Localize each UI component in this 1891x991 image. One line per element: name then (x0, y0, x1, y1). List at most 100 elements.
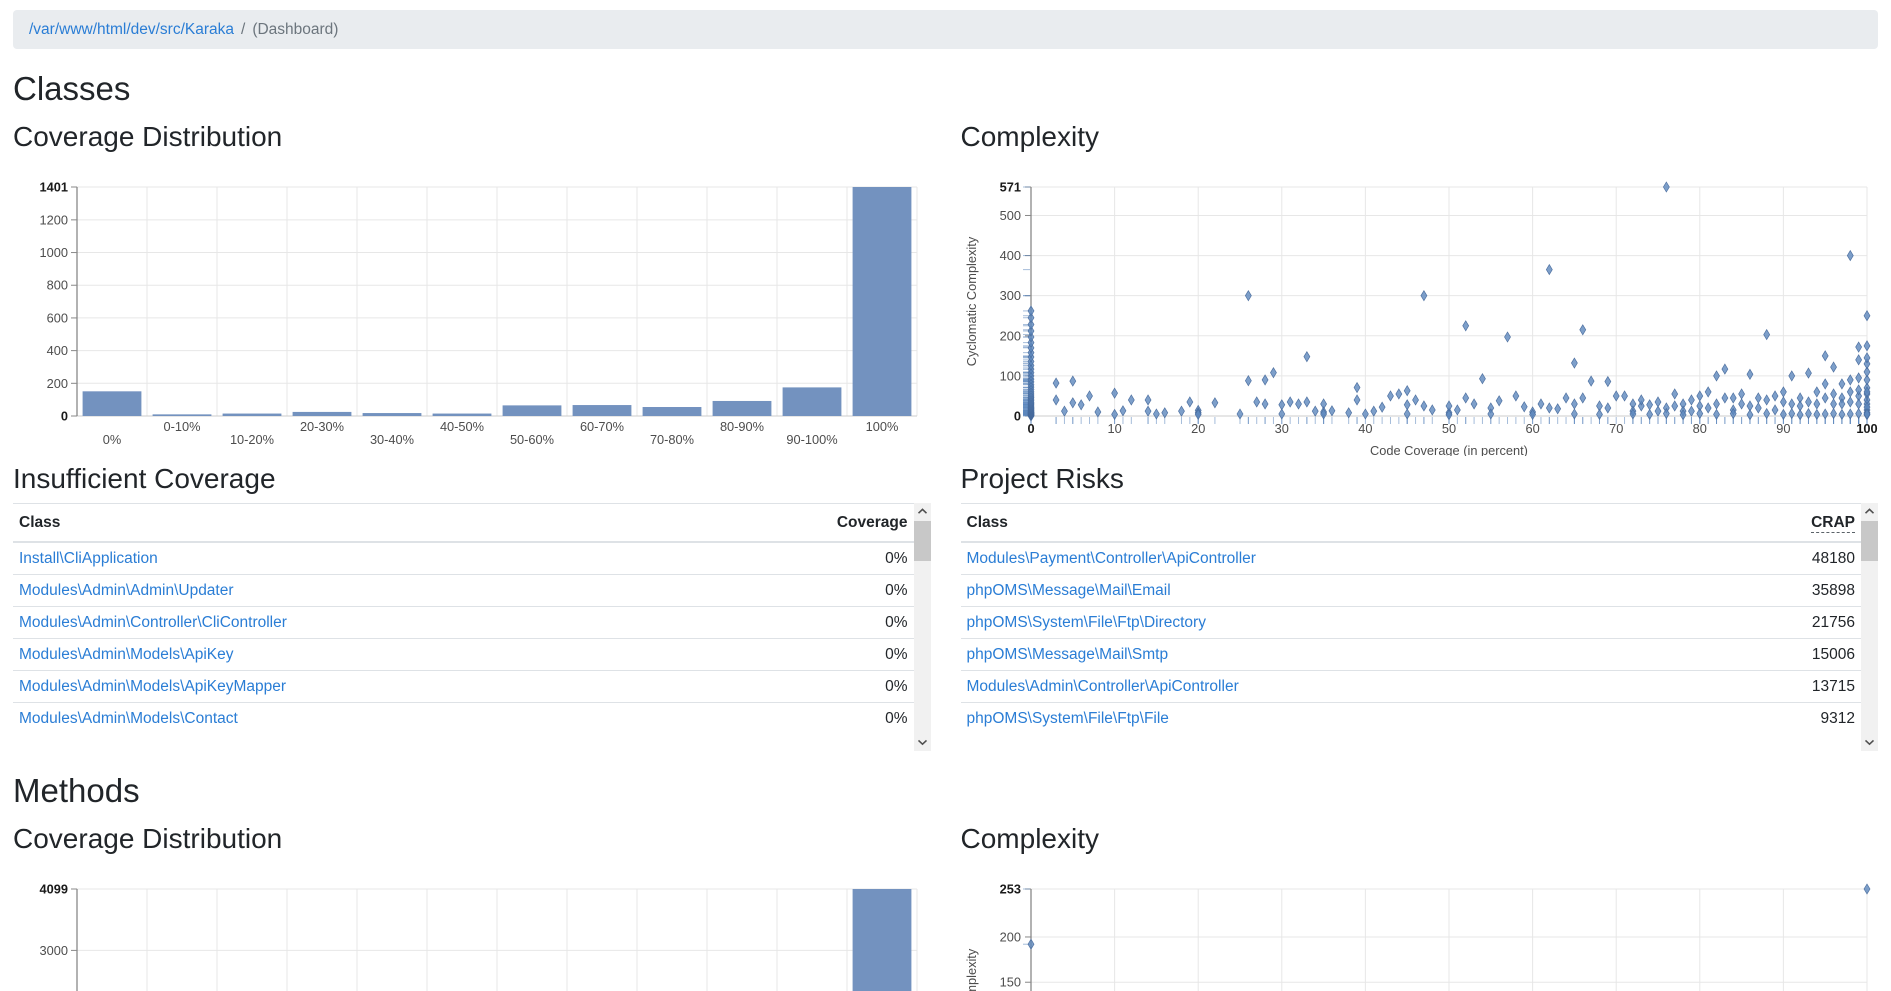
table-header-row: Class CRAP (961, 504, 1862, 543)
class-cell: phpOMS\Message\Mail\Email (961, 575, 1718, 607)
project-risks-table: Class CRAP Modules\Payment\Controller\Ap… (961, 503, 1862, 734)
svg-text:Code Coverage (in percent): Code Coverage (in percent) (1370, 443, 1528, 456)
coverage-value: 0% (705, 607, 914, 639)
svg-text:200: 200 (47, 376, 68, 391)
crap-value: 9312 (1718, 703, 1861, 735)
class-cell: Install\CliApplication (13, 542, 705, 575)
svg-text:571: 571 (999, 179, 1020, 194)
svg-text:40-50%: 40-50% (440, 419, 484, 434)
class-cell: phpOMS\System\File\Ftp\File (961, 703, 1718, 735)
table-row: Modules\Admin\Models\Contact 0% (13, 703, 914, 735)
classes-complexity-panel: Complexity 01002003004005005710102030405… (961, 114, 1879, 456)
column-header-class: Class (13, 504, 705, 543)
classes-complexity-heading: Complexity (961, 120, 1879, 153)
svg-text:400: 400 (47, 343, 68, 358)
methods-coverage-heading: Coverage Distribution (13, 822, 931, 855)
svg-text:Cyclomatic Complexity: Cyclomatic Complexity (964, 236, 979, 366)
class-link[interactable]: Modules\Admin\Admin\Updater (19, 582, 234, 599)
class-cell: phpOMS\Message\Mail\Smtp (961, 639, 1718, 671)
class-link[interactable]: phpOMS\System\File\Ftp\Directory (967, 614, 1206, 631)
svg-text:100: 100 (999, 368, 1020, 383)
class-link[interactable]: Install\CliApplication (19, 550, 158, 567)
class-cell: Modules\Payment\Controller\ApiController (961, 542, 1718, 575)
scrollbar-thumb[interactable] (1861, 521, 1878, 561)
class-cell: Modules\Admin\Controller\CliController (13, 607, 705, 639)
table-row: Install\CliApplication0% (13, 542, 914, 575)
project-risks-scrollbox[interactable]: Class CRAP Modules\Payment\Controller\Ap… (961, 503, 1879, 751)
svg-text:200: 200 (999, 929, 1020, 944)
coverage-value: 0% (705, 703, 914, 735)
class-link[interactable]: Modules\Admin\Controller\ApiController (967, 678, 1239, 695)
coverage-value: 0% (705, 639, 914, 671)
coverage-value: 0% (705, 671, 914, 703)
class-link[interactable]: phpOMS\Message\Mail\Email (967, 582, 1171, 599)
svg-text:70-80%: 70-80% (650, 432, 694, 447)
svg-text:0: 0 (1013, 408, 1020, 423)
svg-text:Method Complexity: Method Complexity (964, 948, 979, 991)
crap-value: 15006 (1718, 639, 1861, 671)
svg-text:300: 300 (999, 288, 1020, 303)
crap-value: 35898 (1718, 575, 1861, 607)
svg-text:100%: 100% (866, 419, 899, 434)
table-scrollbar[interactable] (914, 503, 931, 751)
scrollbar-down-icon[interactable] (914, 734, 931, 751)
svg-text:200: 200 (999, 328, 1020, 343)
table-header-row: Class Coverage (13, 504, 914, 543)
svg-text:253: 253 (999, 881, 1020, 896)
scrollbar-up-icon[interactable] (914, 503, 931, 520)
scrollbar-up-icon[interactable] (1861, 503, 1878, 520)
svg-text:0%: 0% (103, 432, 122, 447)
class-cell: phpOMS\System\File\Ftp\Directory (961, 607, 1718, 639)
project-risks-panel: Project Risks Class CRAP Modules\Payment… (961, 456, 1879, 751)
class-cell: Modules\Admin\Models\ApiKey (13, 639, 705, 671)
table-row: phpOMS\System\File\Ftp\File 9312 (961, 703, 1862, 735)
coverage-dashboard-page: /var/www/html/dev/src/Karaka/(Dashboard)… (0, 0, 1891, 991)
class-link[interactable]: Modules\Admin\Models\Contact (19, 710, 238, 727)
scrollbar-thumb[interactable] (914, 521, 931, 561)
class-link[interactable]: Modules\Admin\Models\ApiKey (19, 646, 234, 663)
methods-complexity-panel: Complexity 05010015020025301020304050607… (961, 816, 1879, 991)
breadcrumb-separator: / (241, 21, 245, 38)
table-scrollbar[interactable] (1861, 503, 1878, 751)
table-row: phpOMS\Message\Mail\Email 35898 (961, 575, 1862, 607)
methods-coverage-panel: Coverage Distribution 010002000300040990… (13, 816, 931, 991)
svg-text:50-60%: 50-60% (510, 432, 554, 447)
svg-text:0-10%: 0-10% (164, 419, 201, 434)
svg-text:800: 800 (47, 278, 68, 293)
table-row: Modules\Admin\Models\ApiKeyMapper 0% (13, 671, 914, 703)
methods-coverage-distribution-chart: 010002000300040990%0-10%10-20%20-30%30-4… (13, 863, 931, 991)
table-row: Modules\Payment\Controller\ApiController… (961, 542, 1862, 575)
class-link[interactable]: Modules\Payment\Controller\ApiController (967, 550, 1256, 567)
svg-text:30-40%: 30-40% (370, 432, 414, 447)
breadcrumb: /var/www/html/dev/src/Karaka/(Dashboard) (13, 10, 1878, 49)
classes-coverage-panel: Coverage Distribution 020040060080010001… (13, 114, 931, 456)
table-row: Modules\Admin\Models\ApiKey 0% (13, 639, 914, 671)
svg-text:1000: 1000 (40, 245, 68, 260)
svg-text:90-100%: 90-100% (786, 432, 837, 447)
crap-value: 21756 (1718, 607, 1861, 639)
class-cell: Modules\Admin\Models\ApiKeyMapper (13, 671, 705, 703)
svg-text:60-70%: 60-70% (580, 419, 624, 434)
class-cell: Modules\Admin\Controller\ApiController (961, 671, 1718, 703)
class-link[interactable]: Modules\Admin\Controller\CliController (19, 614, 287, 631)
class-link[interactable]: phpOMS\System\File\Ftp\File (967, 710, 1169, 727)
column-header-class: Class (961, 504, 1718, 543)
class-link[interactable]: phpOMS\Message\Mail\Smtp (967, 646, 1169, 663)
svg-text:500: 500 (999, 208, 1020, 223)
insufficient-coverage-scrollbox[interactable]: Class Coverage Install\CliApplication0%M… (13, 503, 931, 751)
crap-value: 48180 (1718, 542, 1861, 575)
table-row: phpOMS\System\File\Ftp\Directory 21756 (961, 607, 1862, 639)
breadcrumb-path-link[interactable]: /var/www/html/dev/src/Karaka (29, 21, 234, 38)
svg-text:20-30%: 20-30% (300, 419, 344, 434)
crap-abbr: CRAP (1811, 514, 1855, 533)
svg-text:3000: 3000 (40, 943, 68, 958)
insufficient-coverage-table: Class Coverage Install\CliApplication0%M… (13, 503, 914, 734)
class-link[interactable]: Modules\Admin\Models\ApiKeyMapper (19, 678, 286, 695)
svg-text:400: 400 (999, 248, 1020, 263)
methods-complexity-chart: 0501001502002530102030405060708090100Cod… (961, 863, 1879, 991)
classes-complexity-chart: 0100200300400500571010203040506070809010… (961, 161, 1879, 456)
table-row: Modules\Admin\Controller\ApiController13… (961, 671, 1862, 703)
scrollbar-down-icon[interactable] (1861, 734, 1878, 751)
class-cell: Modules\Admin\Models\Contact (13, 703, 705, 735)
svg-text:1200: 1200 (40, 212, 68, 227)
